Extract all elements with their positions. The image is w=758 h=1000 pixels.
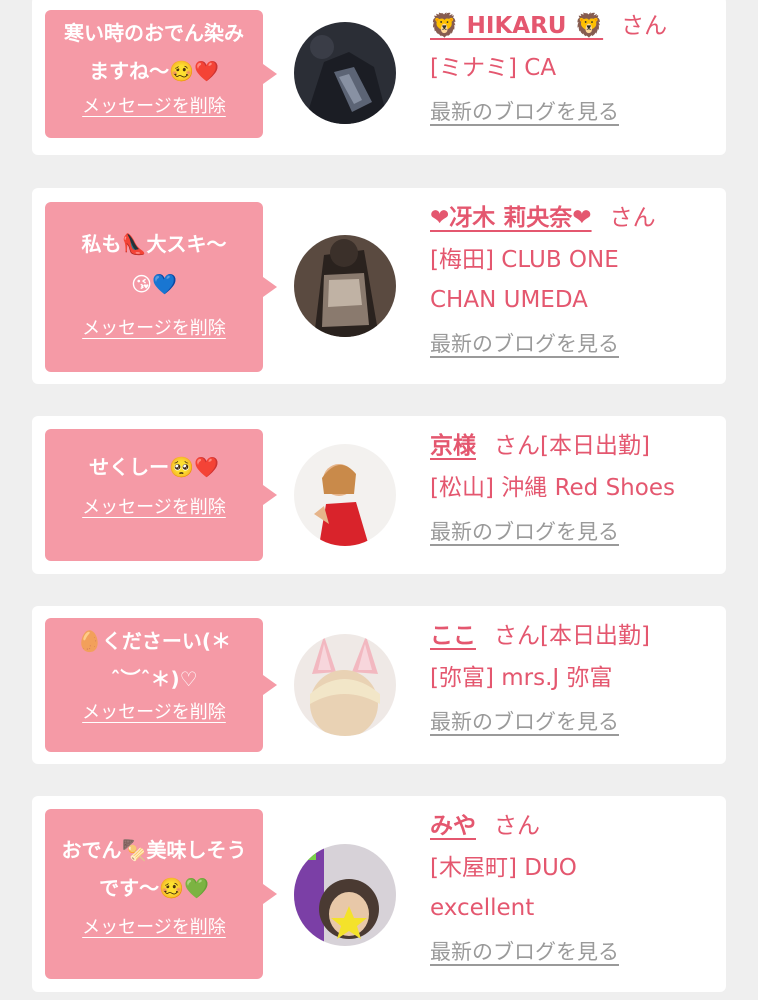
- avatar-photo-icon: [294, 22, 396, 124]
- message-bubble: 寒い時のおでん染みますね〜🥴❤️ メッセージを削除: [45, 10, 277, 138]
- honorific: さん: [609, 205, 656, 231]
- cast-name-line: 🦁 HIKARU 🦁 さん: [430, 6, 720, 46]
- list-item: おでん🍢美味しそうです〜🥴💚 メッセージを削除 みや さん [木屋町] DUO e…: [32, 796, 726, 992]
- delete-message-link[interactable]: メッセージを削除: [82, 698, 226, 724]
- cast-name-link[interactable]: ❤冴木 莉央奈❤: [430, 205, 592, 231]
- latest-blog-link[interactable]: 最新のブログを見る: [430, 936, 619, 966]
- delete-message-link[interactable]: メッセージを削除: [82, 493, 226, 519]
- shop-line: [松山] 沖縄 Red Shoes: [430, 475, 675, 501]
- list-item: 寒い時のおでん染みますね〜🥴❤️ メッセージを削除 🦁 HIKARU 🦁 さん […: [32, 0, 726, 155]
- status-badge: [本日出勤]: [540, 623, 650, 649]
- cast-name-link[interactable]: ここ: [430, 623, 476, 649]
- message-bubble: 🥚くださーい(＊ ˆ︶ˆ＊)♡ メッセージを削除: [45, 618, 277, 752]
- delete-message-link[interactable]: メッセージを削除: [82, 314, 226, 340]
- honorific: さん: [494, 623, 540, 649]
- message-text: おでん🍢美味しそうです〜🥴💚: [61, 838, 247, 900]
- avatar[interactable]: [294, 844, 396, 946]
- latest-blog-link[interactable]: 最新のブログを見る: [430, 328, 619, 358]
- honorific: さん: [494, 433, 540, 459]
- message-text: 🥚くださーい(＊ ˆ︶ˆ＊)♡: [76, 629, 232, 691]
- message-text: 私も👠大スキ〜😘💙: [81, 232, 227, 296]
- cast-name-link[interactable]: 🦁 HIKARU 🦁: [430, 13, 603, 39]
- cast-name-line: ここ さん[本日出勤]: [430, 616, 720, 656]
- avatar[interactable]: [294, 444, 396, 546]
- status-badge: [本日出勤]: [540, 433, 650, 459]
- shop-line: [ミナミ] CA: [430, 55, 557, 81]
- list-item: せくしー🥺❤️ メッセージを削除 京様 さん[本日出勤] [松山] 沖縄 Red …: [32, 416, 726, 574]
- avatar-photo-icon: [294, 844, 396, 946]
- cast-info: みや さん [木屋町] DUO excellent 最新のブログを見る: [430, 806, 720, 966]
- cast-name-line: 京様 さん[本日出勤]: [430, 426, 720, 466]
- shop-line: [弥富] mrs.J 弥富: [430, 665, 613, 691]
- avatar-photo-icon: [294, 634, 396, 736]
- message-bubble: 私も👠大スキ〜😘💙 メッセージを削除: [45, 202, 277, 372]
- cast-info: 🦁 HIKARU 🦁 さん [ミナミ] CA 最新のブログを見る: [430, 6, 720, 126]
- message-text: せくしー🥺❤️: [89, 455, 219, 479]
- shop-line: [木屋町] DUO: [430, 855, 577, 881]
- latest-blog-link[interactable]: 最新のブログを見る: [430, 96, 619, 126]
- shop-line: [梅田] CLUB ONE: [430, 247, 619, 273]
- shop-line: CHAN UMEDA: [430, 287, 588, 313]
- cast-name-link[interactable]: 京様: [430, 433, 476, 459]
- delete-message-link[interactable]: メッセージを削除: [82, 92, 226, 118]
- message-list: 寒い時のおでん染みますね〜🥴❤️ メッセージを削除 🦁 HIKARU 🦁 さん […: [0, 0, 758, 1000]
- message-bubble: おでん🍢美味しそうです〜🥴💚 メッセージを削除: [45, 809, 277, 979]
- avatar[interactable]: [294, 634, 396, 736]
- avatar[interactable]: [294, 235, 396, 337]
- cast-info: 京様 さん[本日出勤] [松山] 沖縄 Red Shoes 最新のブログを見る: [430, 426, 720, 546]
- shop-line: excellent: [430, 895, 535, 921]
- cast-name-line: ❤冴木 莉央奈❤ さん: [430, 198, 720, 238]
- list-item: 私も👠大スキ〜😘💙 メッセージを削除 ❤冴木 莉央奈❤ さん [梅田] CLUB …: [32, 188, 726, 384]
- latest-blog-link[interactable]: 最新のブログを見る: [430, 706, 619, 736]
- honorific: さん: [494, 813, 540, 839]
- latest-blog-link[interactable]: 最新のブログを見る: [430, 516, 619, 546]
- avatar[interactable]: [294, 22, 396, 124]
- delete-message-link[interactable]: メッセージを削除: [82, 913, 226, 939]
- cast-info: ❤冴木 莉央奈❤ さん [梅田] CLUB ONE CHAN UMEDA 最新のブ…: [430, 198, 720, 358]
- cast-name-link[interactable]: みや: [430, 813, 476, 839]
- message-text: 寒い時のおでん染みますね〜🥴❤️: [64, 21, 244, 83]
- honorific: さん: [621, 13, 668, 39]
- cast-name-line: みや さん: [430, 806, 720, 846]
- avatar-photo-icon: [294, 444, 396, 546]
- message-bubble: せくしー🥺❤️ メッセージを削除: [45, 429, 277, 561]
- list-item: 🥚くださーい(＊ ˆ︶ˆ＊)♡ メッセージを削除 ここ さん[本日出勤] [弥富]…: [32, 606, 726, 764]
- avatar-photo-icon: [294, 235, 396, 337]
- cast-info: ここ さん[本日出勤] [弥富] mrs.J 弥富 最新のブログを見る: [430, 616, 720, 736]
